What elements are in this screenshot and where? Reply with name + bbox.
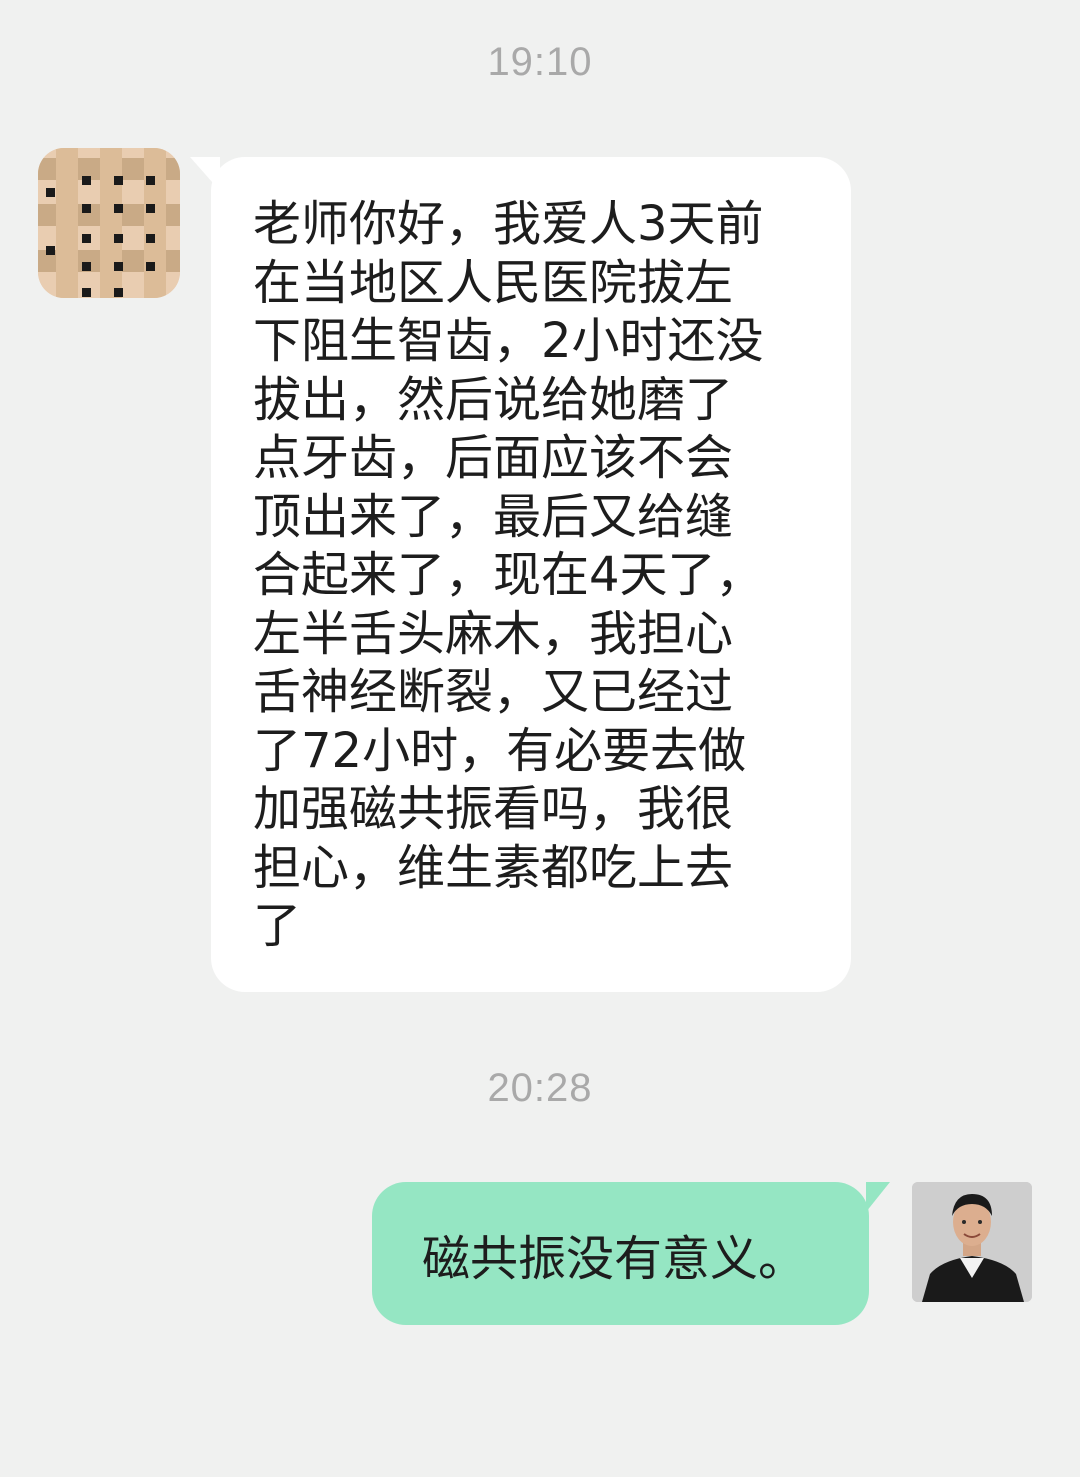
- message-text: 老师你好，我爱人3天前 在当地区人民医院拔左 下阻生智齿，2小时还没 拔出，然后…: [253, 196, 764, 954]
- bubble-tail: [866, 1182, 890, 1212]
- incoming-message-bubble[interactable]: 老师你好，我爱人3天前 在当地区人民医院拔左 下阻生智齿，2小时还没 拔出，然后…: [211, 157, 851, 992]
- outgoing-message-bubble[interactable]: 磁共振没有意义。: [372, 1182, 869, 1325]
- timestamp: 19:10: [487, 40, 593, 84]
- contact-avatar-icon[interactable]: [38, 148, 180, 298]
- timestamp: 20:28: [487, 1066, 593, 1110]
- user-avatar-icon[interactable]: [912, 1182, 1032, 1302]
- message-text: 磁共振没有意义。: [422, 1230, 807, 1287]
